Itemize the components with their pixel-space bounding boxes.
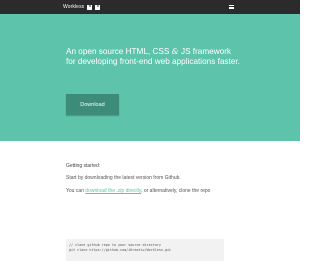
download-instructions: Start by downloading the latest version … [66,175,181,181]
hero-section: An open source HTML, CSS & JS framework … [0,14,300,141]
code-block: // clone github repo to your source dire… [66,239,224,261]
getting-started-heading: Getting started: [66,163,101,169]
brand[interactable]: Workless h 5 [63,4,101,10]
download-zip-link[interactable]: download the .zip directly [85,188,141,194]
hamburger-menu-icon[interactable] [229,5,234,9]
hero-title: An open source HTML, CSS & JS framework … [66,47,240,66]
clone-instructions: You can download the .zip directly, or a… [66,188,211,194]
html5-icon: h [87,4,93,10]
top-navbar: Workless h 5 [0,0,300,14]
download-button[interactable]: Download [66,94,119,115]
code-line-command: git clone https://github.com/iKreativ/Wo… [69,248,172,252]
brand-name: Workless [63,4,85,10]
css3-icon: 5 [95,4,101,10]
ampersand: & [171,47,179,56]
